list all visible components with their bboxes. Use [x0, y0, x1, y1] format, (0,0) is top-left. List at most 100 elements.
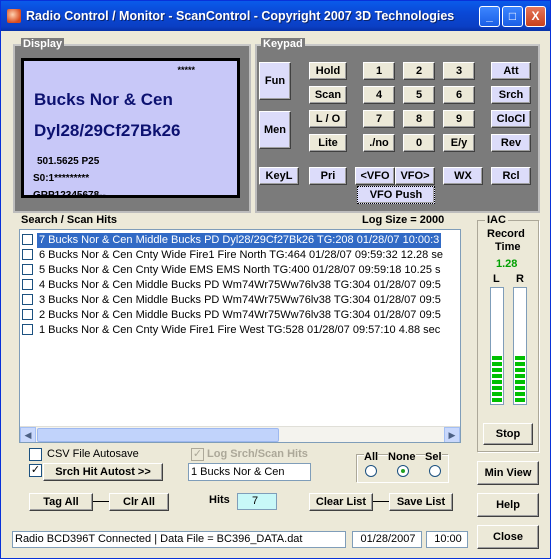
- level-segment: [492, 392, 502, 396]
- wx-button[interactable]: WX: [443, 167, 483, 185]
- hold-button[interactable]: Hold: [309, 62, 347, 80]
- level-segment: [515, 392, 525, 396]
- scan-button[interactable]: Scan: [309, 86, 347, 104]
- clocl-button[interactable]: CloCl: [491, 110, 531, 128]
- min-view-button[interactable]: Min View: [477, 461, 539, 485]
- time-label: Time: [495, 241, 521, 253]
- display-panel: Display ***** Bucks Nor & Cen Dyl28/29Cf…: [13, 38, 251, 213]
- rcl-button[interactable]: Rcl: [491, 167, 531, 185]
- list-item[interactable]: 5 Bucks Nor & Cen Cnty Wide EMS EMS Nort…: [22, 263, 443, 278]
- lo-button[interactable]: L / O: [309, 110, 347, 128]
- key-8-button[interactable]: 8: [403, 110, 435, 128]
- lcd-site: S0:1*********: [33, 173, 90, 184]
- srch-hit-autost-button[interactable]: Srch Hit Autost >>: [43, 463, 163, 481]
- help-button[interactable]: Help: [477, 493, 539, 517]
- lite-button[interactable]: Lite: [309, 134, 347, 152]
- tag-all-button[interactable]: Tag All: [29, 493, 93, 511]
- hits-count: 7: [237, 493, 277, 510]
- csv-autosave-label: CSV File Autosave: [47, 448, 139, 460]
- list-item[interactable]: 7 Bucks Nor & Cen Middle Bucks PD Dyl28/…: [22, 233, 442, 248]
- key-2-button[interactable]: 2: [403, 62, 435, 80]
- close-window-button[interactable]: X: [525, 6, 546, 27]
- left-channel-label: L: [493, 273, 500, 285]
- hits-label: Hits: [209, 494, 230, 506]
- all-radio[interactable]: [365, 465, 377, 477]
- display-label: Display: [21, 38, 65, 50]
- system-dropdown[interactable]: 1 Bucks Nor & Cen: [188, 463, 311, 481]
- record-label: Record: [487, 228, 525, 240]
- status-connection: Radio BCD396T Connected | Data File = BC…: [12, 531, 346, 548]
- lcd-frequency: 501.5625 P25: [37, 156, 100, 167]
- scroll-left-icon[interactable]: ◀: [20, 427, 36, 442]
- log-size-label: Log Size = 2000: [362, 214, 445, 226]
- status-time: 10:00: [426, 531, 468, 548]
- key-7-button[interactable]: 7: [363, 110, 395, 128]
- iac-panel: [477, 220, 539, 452]
- key-5-button[interactable]: 5: [403, 86, 435, 104]
- level-segment: [492, 398, 502, 402]
- list-item[interactable]: 6 Bucks Nor & Cen Cnty Wide Fire1 Fire N…: [22, 248, 445, 263]
- scroll-thumb[interactable]: [37, 428, 279, 442]
- log-srch-label: Log Srch/Scan Hits: [207, 448, 308, 460]
- att-button[interactable]: Att: [491, 62, 531, 80]
- key-e-yes-button[interactable]: E/y: [443, 134, 475, 152]
- right-level-meter: [513, 287, 527, 405]
- minimize-button[interactable]: _: [479, 6, 500, 27]
- divider: [373, 501, 389, 502]
- key-9-button[interactable]: 9: [443, 110, 475, 128]
- status-date: 01/28/2007: [352, 531, 422, 548]
- maximize-button[interactable]: □: [502, 6, 523, 27]
- title-bar[interactable]: Radio Control / Monitor - ScanControl - …: [1, 1, 550, 31]
- pri-button[interactable]: Pri: [309, 167, 347, 185]
- sel-radio[interactable]: [429, 465, 441, 477]
- keyl-button[interactable]: KeyL: [259, 167, 299, 185]
- srch-button[interactable]: Srch: [491, 86, 531, 104]
- level-segment: [515, 356, 525, 360]
- key-4-button[interactable]: 4: [363, 86, 395, 104]
- fun-button[interactable]: Fun: [259, 62, 291, 100]
- vfo-push-button[interactable]: VFO Push: [357, 186, 435, 204]
- level-segment: [492, 356, 502, 360]
- left-level-meter: [490, 287, 504, 405]
- level-segment: [492, 374, 502, 378]
- log-srch-checkbox[interactable]: ✓: [191, 448, 204, 461]
- clear-list-button[interactable]: Clear List: [309, 493, 373, 511]
- key-6-button[interactable]: 6: [443, 86, 475, 104]
- horizontal-scrollbar[interactable]: ◀ ▶: [20, 426, 460, 442]
- stop-button[interactable]: Stop: [483, 423, 533, 445]
- list-item[interactable]: 4 Bucks Nor & Cen Middle Bucks PD Wm74Wr…: [22, 278, 443, 293]
- vfo-down-button[interactable]: <VFO: [355, 167, 395, 185]
- list-item[interactable]: 2 Bucks Nor & Cen Middle Bucks PD Wm74Wr…: [22, 308, 443, 323]
- vfo-up-button[interactable]: VFO>: [395, 167, 435, 185]
- key-3-button[interactable]: 3: [443, 62, 475, 80]
- record-time-value: 1.28: [496, 258, 518, 270]
- level-segment: [515, 374, 525, 378]
- rev-button[interactable]: Rev: [491, 134, 531, 152]
- level-segment: [515, 368, 525, 372]
- men-button[interactable]: Men: [259, 111, 291, 149]
- level-segment: [492, 362, 502, 366]
- scroll-right-icon[interactable]: ▶: [444, 427, 460, 442]
- srch-hit-autost-checkbox[interactable]: ✓: [29, 464, 42, 477]
- main-window: Radio Control / Monitor - ScanControl - …: [0, 0, 551, 559]
- save-list-button[interactable]: Save List: [389, 493, 453, 511]
- scan-hits-list[interactable]: 7 Bucks Nor & Cen Middle Bucks PD Dyl28/…: [19, 229, 461, 443]
- list-item[interactable]: 3 Bucks Nor & Cen Middle Bucks PD Wm74Wr…: [22, 293, 443, 308]
- level-segment: [515, 362, 525, 366]
- list-item[interactable]: 1 Bucks Nor & Cen Cnty Wide Fire1 Fire W…: [22, 323, 442, 338]
- keypad-label: Keypad: [261, 38, 305, 50]
- lcd-group: GRP12345678--: [33, 190, 106, 201]
- close-button[interactable]: Close: [477, 525, 539, 549]
- level-segment: [515, 386, 525, 390]
- none-radio[interactable]: [397, 465, 409, 477]
- key-1-button[interactable]: 1: [363, 62, 395, 80]
- csv-autosave-checkbox[interactable]: [29, 448, 42, 461]
- level-segment: [515, 398, 525, 402]
- iac-label: IAC: [485, 214, 508, 226]
- key-0-button[interactable]: 0: [403, 134, 435, 152]
- app-icon: [7, 9, 21, 23]
- lcd-screen: ***** Bucks Nor & Cen Dyl28/29Cf27Bk26 5…: [21, 58, 240, 201]
- divider: [93, 501, 109, 502]
- key-dot-no-button[interactable]: ./no: [363, 134, 395, 152]
- clr-all-button[interactable]: Clr All: [109, 493, 169, 511]
